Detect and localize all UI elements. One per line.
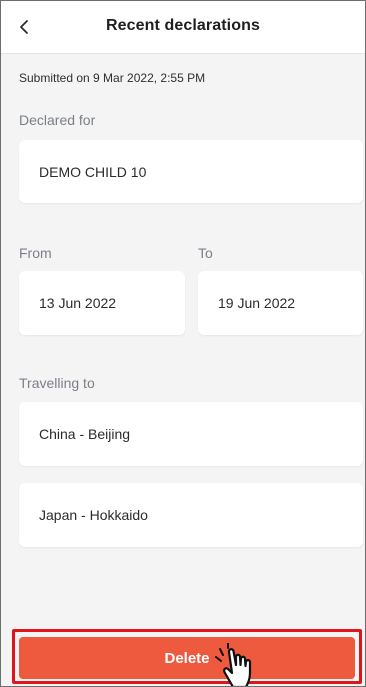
destination-item[interactable]: China - Beijing [19, 402, 363, 466]
destination-item[interactable]: Japan - Hokkaido [19, 483, 363, 547]
from-date-field[interactable]: 13 Jun 2022 [19, 271, 185, 335]
top-bar: Recent declarations [1, 1, 365, 54]
to-label: To [198, 245, 213, 261]
to-date-field[interactable]: 19 Jun 2022 [198, 271, 363, 335]
declared-for-field[interactable]: DEMO CHILD 10 [19, 140, 363, 203]
page-title: Recent declarations [106, 17, 260, 34]
app-screen: Recent declarations Submitted on 9 Mar 2… [0, 0, 366, 687]
submitted-timestamp: Submitted on 9 Mar 2022, 2:55 PM [19, 71, 206, 85]
to-date-value: 19 Jun 2022 [218, 295, 296, 311]
from-date-value: 13 Jun 2022 [39, 295, 117, 311]
destination-value: Japan - Hokkaido [39, 507, 148, 523]
declared-for-label: Declared for [19, 112, 96, 128]
destination-value: China - Beijing [39, 426, 131, 442]
travelling-to-label: Travelling to [19, 375, 95, 391]
declared-for-value: DEMO CHILD 10 [39, 163, 147, 180]
delete-button-label: Delete [164, 649, 210, 667]
delete-button[interactable]: Delete [19, 637, 355, 679]
from-label: From [19, 245, 52, 261]
